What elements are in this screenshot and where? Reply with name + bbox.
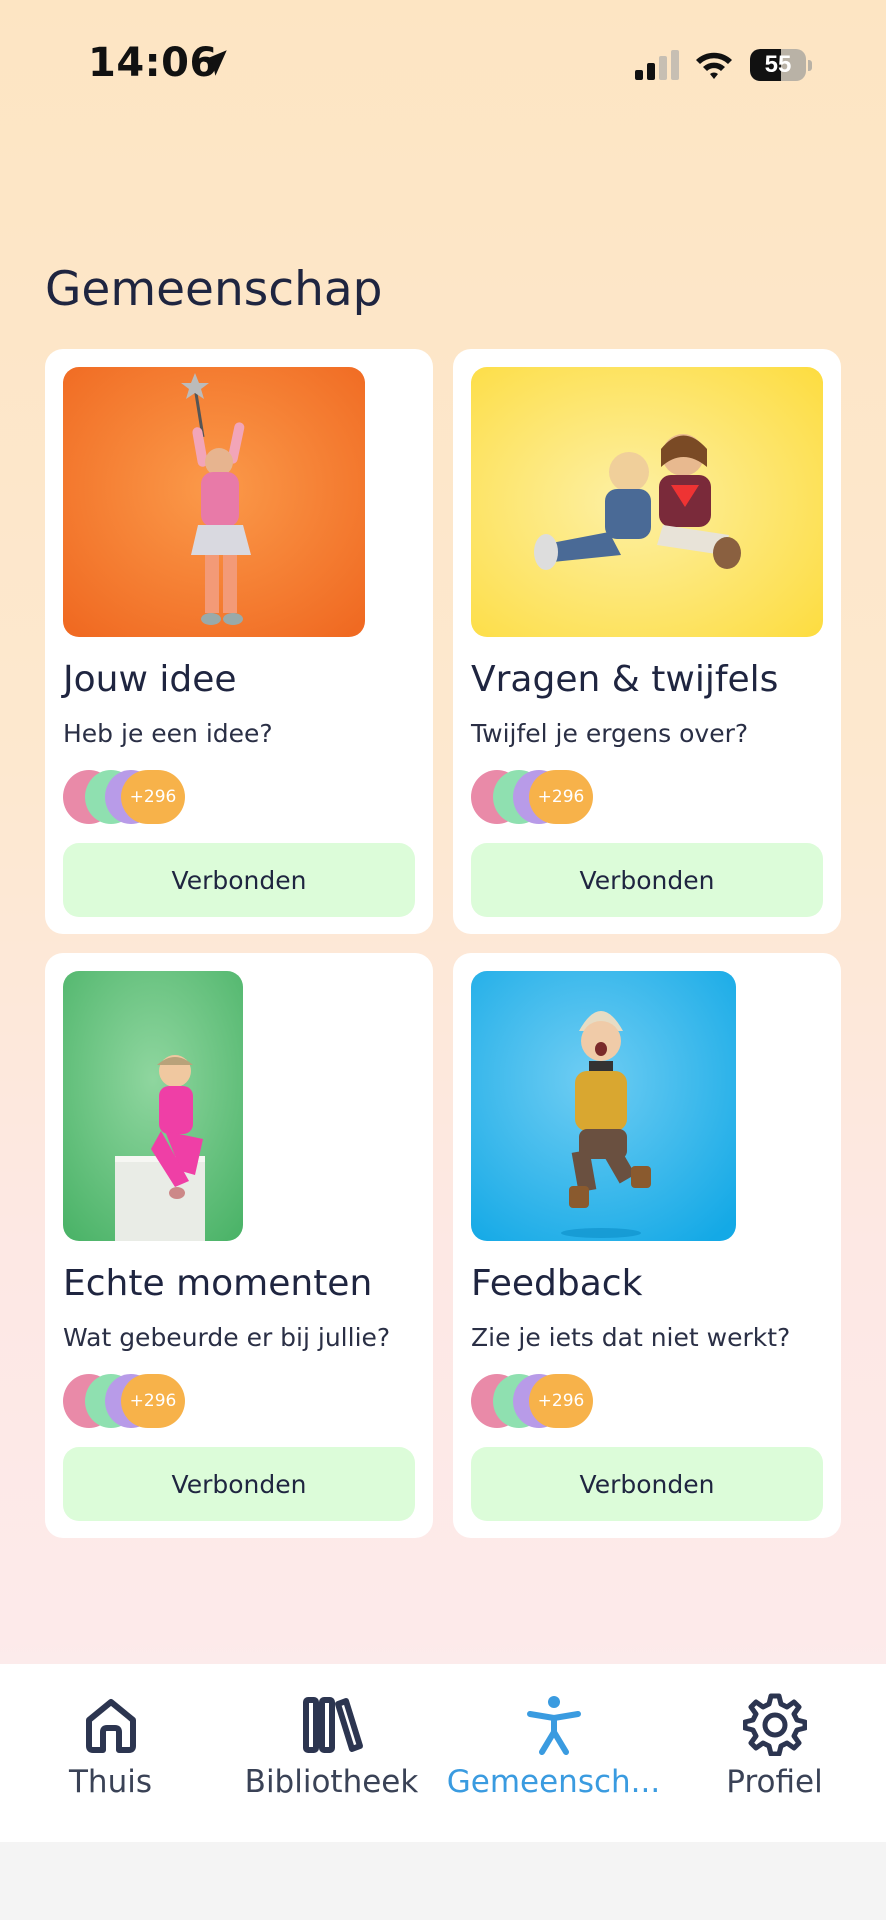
member-count: +296 (121, 1374, 185, 1428)
member-avatars: +296 (63, 770, 193, 826)
connected-button[interactable]: Verbonden (471, 1447, 823, 1521)
card-title: Vragen & twijfels (471, 659, 779, 700)
card-photo (471, 971, 736, 1241)
card-photo (471, 367, 823, 637)
card-subtitle: Zie je iets dat niet werkt? (471, 1323, 791, 1352)
tab-profiel[interactable]: Profiel (664, 1664, 885, 1842)
community-card-feedback[interactable]: Feedback Zie je iets dat niet werkt? +29… (453, 953, 841, 1538)
member-avatars: +296 (471, 1374, 601, 1430)
bottom-tab-bar: Thuis Bibliotheek Gemeensch... Profiel (0, 1664, 886, 1842)
battery-indicator: 55 (750, 49, 812, 81)
library-icon (302, 1697, 363, 1753)
member-avatars: +296 (471, 770, 601, 826)
cellular-signal-icon (635, 50, 679, 80)
tab-thuis[interactable]: Thuis (0, 1664, 221, 1842)
community-card-vragen-twijfels[interactable]: Vragen & twijfels Twijfel je ergens over… (453, 349, 841, 934)
connected-button[interactable]: Verbonden (471, 843, 823, 917)
tab-gemeenschap[interactable]: Gemeensch... (443, 1664, 664, 1842)
community-grid: Jouw idee Heb je een idee? +296 Verbonde… (45, 349, 841, 1538)
tab-label: Profiel (726, 1764, 823, 1800)
home-indicator-area (0, 1842, 886, 1920)
tab-label: Thuis (69, 1764, 152, 1800)
tab-bibliotheek[interactable]: Bibliotheek (221, 1664, 442, 1842)
battery-level: 55 (764, 51, 792, 78)
card-title: Jouw idee (63, 659, 237, 700)
connected-button[interactable]: Verbonden (63, 1447, 415, 1521)
member-count: +296 (529, 770, 593, 824)
community-card-jouw-idee[interactable]: Jouw idee Heb je een idee? +296 Verbonde… (45, 349, 433, 934)
card-subtitle: Twijfel je ergens over? (471, 719, 749, 748)
page-title: Gemeenschap (45, 262, 383, 317)
tab-label: Bibliotheek (244, 1764, 419, 1800)
tab-label: Gemeensch... (446, 1764, 661, 1800)
community-icon (526, 1696, 581, 1755)
member-count: +296 (121, 770, 185, 824)
connected-button[interactable]: Verbonden (63, 843, 415, 917)
member-count: +296 (529, 1374, 593, 1428)
status-bar: 14:06 55 (0, 0, 886, 130)
card-title: Feedback (471, 1263, 643, 1304)
card-photo (63, 971, 243, 1241)
home-icon (85, 1699, 136, 1753)
card-title: Echte momenten (63, 1263, 373, 1304)
gear-icon (742, 1693, 807, 1756)
card-photo (63, 367, 365, 637)
member-avatars: +296 (63, 1374, 193, 1430)
wifi-icon (696, 52, 732, 79)
community-card-echte-momenten[interactable]: Echte momenten Wat gebeurde er bij julli… (45, 953, 433, 1538)
location-arrow-icon (201, 50, 227, 76)
card-subtitle: Heb je een idee? (63, 719, 273, 748)
card-subtitle: Wat gebeurde er bij jullie? (63, 1323, 391, 1352)
